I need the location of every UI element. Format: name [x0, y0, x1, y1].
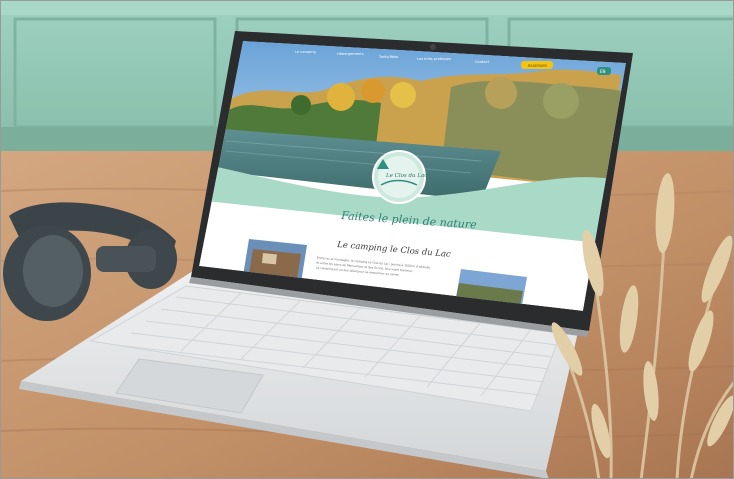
- language-label: EN: [600, 69, 606, 74]
- reserve-button-label: RESERVER: [528, 64, 547, 68]
- nav-item-contact[interactable]: Contact: [475, 60, 490, 64]
- product-photo-frame: Le camping Hébergements Tarifs/Résa Les …: [0, 0, 734, 479]
- logo-text: Le Clos du Lac: [385, 173, 427, 179]
- webcam-icon: [430, 44, 436, 50]
- nav-item-tarifs[interactable]: Tarifs/Résa: [378, 55, 398, 59]
- nav-item-hebergements[interactable]: Hébergements: [337, 52, 364, 56]
- nav-item-camping[interactable]: Le camping: [295, 50, 316, 54]
- website-screen: Le camping Hébergements Tarifs/Résa Les …: [199, 41, 626, 311]
- laptop-mockup-photo: Le camping Hébergements Tarifs/Résa Les …: [1, 1, 733, 478]
- nav-item-infos[interactable]: Les infos pratiques: [417, 57, 451, 61]
